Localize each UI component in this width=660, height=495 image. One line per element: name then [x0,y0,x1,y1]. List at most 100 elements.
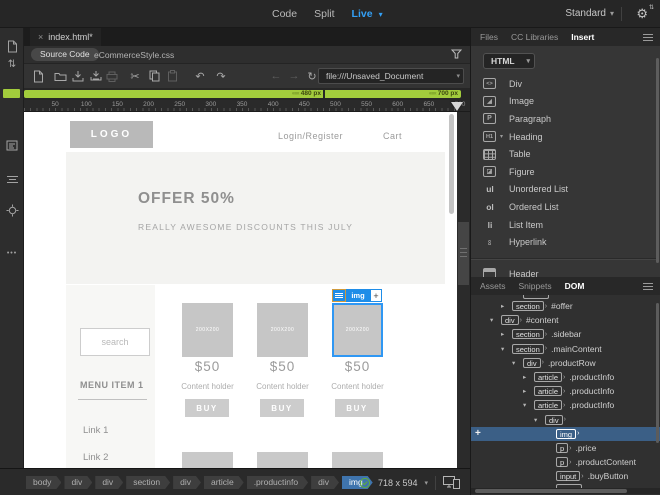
dom-row-sectionoffer[interactable]: ▸ section › #offer [471,299,660,313]
expand-icon[interactable]: ▸ [501,330,512,338]
cut-icon[interactable]: ✂ [127,68,143,84]
dom-vertical-scrollbar[interactable] [656,303,659,443]
chevron-down-icon[interactable]: ▾ [500,133,503,140]
dom-row-articleproductInfo[interactable]: ▾ article › .productInfo [471,398,660,412]
offer-banner[interactable]: OFFER 50% REALLY AWESOME DISCOUNTS THIS … [66,152,445,284]
chevron-down-icon[interactable]: ▾ [456,70,460,83]
insert-item-list-item[interactable]: List Item [471,216,657,234]
back-icon[interactable]: ← [268,68,284,84]
insert-item-table[interactable]: Table [471,145,657,163]
insert-panel-scrollbar[interactable] [656,58,659,263]
tag-crumb-section[interactable]: section [126,476,170,489]
insert-item-div[interactable]: Div [471,75,657,93]
viewport-width-marker[interactable] [451,102,463,111]
hamburger-icon[interactable] [332,289,346,302]
tab-insert[interactable]: Insert [571,32,594,42]
insert-item-ordered-list[interactable]: Ordered List [471,198,657,216]
url-bar[interactable]: file:///Unsaved_Document ▾ [318,68,464,84]
dom-row-inputbuyButton[interactable]: input › .buyButton [471,469,660,483]
collapse-icon[interactable]: ▾ [534,416,545,424]
collapse-icon[interactable]: ▾ [490,316,501,324]
login-register-link[interactable]: Login/Register [278,131,343,141]
view-mode-live[interactable]: Live [352,8,373,20]
product-image-placeholder[interactable] [332,452,383,468]
insert-item-unordered-list[interactable]: Unordered List [471,181,657,199]
buy-button[interactable]: BUY [185,399,229,417]
redo-icon[interactable]: ↷ [213,68,229,84]
dom-row-divproductRow[interactable]: ▾ div › .productRow [471,356,660,370]
sidebar-link-1[interactable]: Link 1 [83,425,108,436]
tab-cc-libraries[interactable]: CC Libraries [511,32,558,42]
insert-item-heading[interactable]: ▾ Heading [471,128,657,146]
document-icon[interactable] [0,40,24,53]
tag-crumb-div[interactable]: div [95,476,123,489]
chevron-down-icon[interactable]: ▾ [424,479,428,487]
tab-snippets[interactable]: Snippets [519,281,552,291]
dom-row-pprice[interactable]: p › .price [471,441,660,455]
buy-button[interactable]: BUY [260,399,304,417]
media-query-marker-700[interactable]: ‹‹‹‹‹‹ 700 px [402,90,458,98]
product-image-placeholder[interactable] [182,452,233,468]
more-dots-icon[interactable]: ••• [0,250,24,257]
product-image-placeholder[interactable]: 200X200 [257,303,308,357]
save-all-icon[interactable] [88,68,104,84]
tag-crumb-div[interactable]: div [64,476,92,489]
tag-crumb-div[interactable]: div [173,476,201,489]
code-view-icon[interactable] [0,140,24,152]
tag-crumb-div[interactable]: div [311,476,339,489]
tag-crumb-body[interactable]: body [26,476,61,489]
device-preview-icon[interactable] [443,476,460,489]
panel-menu-icon[interactable] [643,283,653,290]
dom-row-pproductContent[interactable]: p › .productContent [471,455,660,469]
media-query-green-bar[interactable] [24,90,461,98]
product-image-placeholder[interactable]: 200X200 [182,303,233,357]
expand-icon[interactable]: ▸ [523,373,534,381]
media-query-marker-480[interactable]: ‹‹‹‹‹‹ 480 px [265,90,321,98]
sidebar-link-2[interactable]: Link 2 [83,452,108,463]
new-document-icon[interactable] [30,68,46,84]
copy-icon[interactable] [146,68,162,84]
expand-icon[interactable]: ▸ [523,387,534,395]
insert-item-hyperlink[interactable]: Hyperlink [471,233,657,251]
insert-item-image[interactable]: Image [471,93,657,111]
close-icon[interactable]: × [38,32,43,42]
add-element-icon[interactable]: + [475,428,481,439]
view-mode-code[interactable]: Code [272,8,297,20]
filter-icon[interactable] [451,49,462,59]
panel-menu-icon[interactable] [643,34,653,41]
tab-files[interactable]: Files [480,32,498,42]
dom-row-divcontent[interactable]: ▾ div › #content [471,313,660,327]
badge-add-button[interactable]: + [370,289,382,302]
media-query-indicator[interactable] [3,89,20,98]
dom-horizontal-scrollbar[interactable] [471,488,660,494]
collapse-icon[interactable]: ▾ [501,345,512,353]
tab-assets[interactable]: Assets [480,281,506,291]
site-sidebar[interactable]: MENU ITEM 1 Link 1 Link 2 [66,285,155,468]
sync-settings-button[interactable]: ⚙ ⇅ [636,5,654,22]
dom-row-sectionmainContent[interactable]: ▾ section › .mainContent [471,342,660,356]
insert-item-figure[interactable]: Figure [471,163,657,181]
search-input[interactable] [80,328,150,356]
tag-crumb-article[interactable]: article [204,476,244,489]
format-lines-icon[interactable] [0,174,24,183]
swap-arrows-icon[interactable]: ⇅ [0,59,24,70]
document-tab[interactable]: × index.html* [30,28,101,46]
product-image-placeholder[interactable]: 200X200 [332,303,383,357]
live-view-canvas[interactable]: LOGO Login/Register Cart OFFER 50% REALL… [24,112,457,468]
dom-row-articleproductInfo[interactable]: ▸ article › .productInfo [471,370,660,384]
badge-tag-label[interactable]: img [346,289,370,302]
dom-row-sectionsidebar[interactable]: ▸ section › .sidebar [471,327,660,341]
viewport-size-selector[interactable]: 718 x 594 [378,478,418,488]
source-code-button[interactable]: Source Code [31,48,99,61]
save-icon[interactable] [70,68,86,84]
undo-icon[interactable]: ↶ [192,68,208,84]
buy-button[interactable]: BUY [335,399,379,417]
viewport-drag-handle[interactable] [458,222,469,285]
dom-row-div[interactable]: ▾ div › [471,413,660,427]
stylesheet-file-button[interactable]: eCommerceStyle.css [94,50,174,60]
preview-scrollbar[interactable] [449,114,454,214]
cart-link[interactable]: Cart [383,131,402,141]
tag-crumb-productinfo[interactable]: .productinfo [247,476,308,489]
workspace-switcher[interactable]: Standard ▾ [565,8,614,19]
chevron-down-icon[interactable]: ▾ [379,10,383,19]
